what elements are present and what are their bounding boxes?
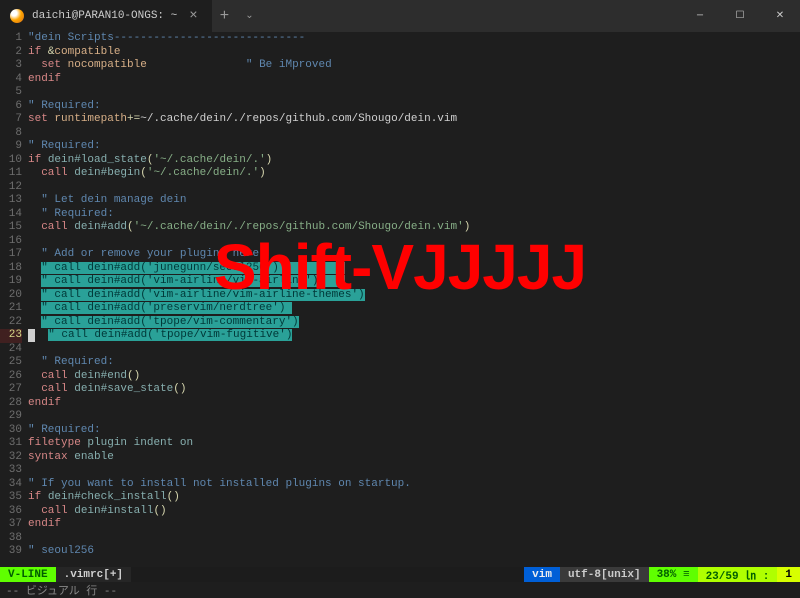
tab-dropdown-button[interactable]: ⌄ (237, 10, 261, 22)
terminal-tab[interactable]: daichi@PARAN10-ONGS: ~ × (0, 0, 212, 32)
minimize-button[interactable]: ─ (680, 0, 720, 32)
tab-title: daichi@PARAN10-ONGS: ~ (32, 10, 177, 22)
window-controls: ─ ☐ ✕ (680, 0, 800, 32)
tab-close-button[interactable]: × (185, 8, 201, 24)
mode-message: -- ビジュアル 行 -- (6, 582, 117, 598)
tab-icon (10, 9, 24, 23)
close-button[interactable]: ✕ (760, 0, 800, 32)
status-percent: 38% ≡ (649, 567, 698, 582)
status-column: 1 (777, 567, 800, 582)
maximize-button[interactable]: ☐ (720, 0, 760, 32)
status-filetype: vim (524, 567, 560, 582)
status-file: .vimrc[+] (56, 567, 131, 582)
status-position: 23/59 ㏑ : (698, 567, 778, 582)
status-line: V-LINE .vimrc[+] vim utf-8[unix] 38% ≡ 2… (0, 567, 800, 582)
line-number-gutter: 1234567891011121314151617181920212223242… (0, 32, 28, 562)
command-line[interactable]: -- ビジュアル 行 -- (0, 582, 800, 597)
status-mode: V-LINE (0, 567, 56, 582)
new-tab-button[interactable]: + (212, 7, 238, 25)
editor-pane[interactable]: 1234567891011121314151617181920212223242… (0, 32, 800, 562)
window-title-bar: daichi@PARAN10-ONGS: ~ × + ⌄ ─ ☐ ✕ (0, 0, 800, 32)
status-gap (131, 567, 524, 582)
status-encoding: utf-8[unix] (560, 567, 649, 582)
code-area[interactable]: "dein Scripts---------------------------… (28, 32, 800, 562)
